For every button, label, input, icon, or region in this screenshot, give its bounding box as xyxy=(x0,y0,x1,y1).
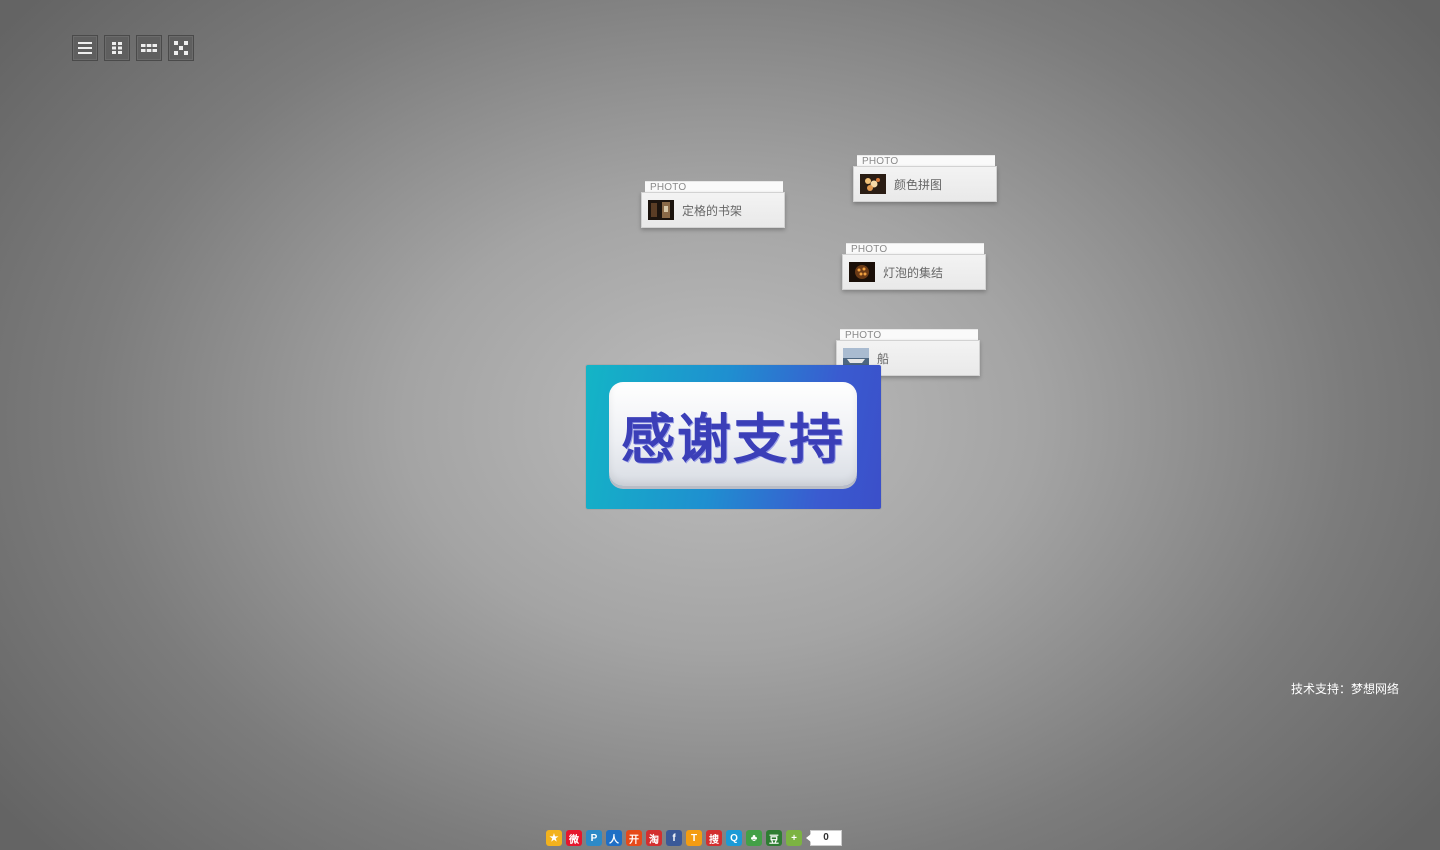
kaixin-share-icon[interactable]: 开 xyxy=(626,830,642,846)
scatter-view-icon xyxy=(174,41,188,55)
tqq-share-icon[interactable]: T xyxy=(686,830,702,846)
card-thumbnail xyxy=(849,262,875,282)
more-share-icon[interactable]: + xyxy=(786,830,802,846)
grid-small-view-button[interactable] xyxy=(104,35,130,61)
tech-support-label: 技术支持：梦想网络 xyxy=(1291,682,1400,696)
card-body[interactable]: 灯泡的集结 xyxy=(842,254,986,290)
facebook-share-icon[interactable]: f xyxy=(666,830,682,846)
renren-share-icon[interactable]: 人 xyxy=(606,830,622,846)
clover-share-icon[interactable]: ♣ xyxy=(746,830,762,846)
douban-share-icon[interactable]: 豆 xyxy=(766,830,782,846)
list-view-icon xyxy=(78,42,92,54)
card-title: 船 xyxy=(877,351,890,366)
card-body[interactable]: 定格的书架 xyxy=(641,192,785,228)
grid-wide-view-icon xyxy=(141,44,157,52)
thank-you-banner: 感谢支持 xyxy=(586,365,881,509)
card-title: 颜色拼图 xyxy=(894,177,943,192)
list-view-button[interactable] xyxy=(72,35,98,61)
pengyou-share-icon[interactable]: P xyxy=(586,830,602,846)
taobao-share-icon[interactable]: 淘 xyxy=(646,830,662,846)
qzone-share-icon[interactable]: ★ xyxy=(546,830,562,846)
sohu-share-icon[interactable]: 搜 xyxy=(706,830,722,846)
card-body[interactable]: 颜色拼图 xyxy=(853,166,997,202)
weibo-share-icon[interactable]: 微 xyxy=(566,830,582,846)
card-thumbnail xyxy=(648,200,674,220)
grid-wide-view-button[interactable] xyxy=(136,35,162,61)
card-thumbnail xyxy=(860,174,886,194)
share-bar: ★ 微 P 人开淘 f T 搜 Q ♣ 豆 +0 xyxy=(546,830,842,846)
qq-share-icon[interactable]: Q xyxy=(726,830,742,846)
share-count: 0 xyxy=(806,830,842,846)
banner-button-graphic: 感谢支持 xyxy=(609,382,857,486)
grid-small-view-icon xyxy=(112,42,122,54)
view-switcher xyxy=(72,35,194,61)
card-title: 定格的书架 xyxy=(682,203,743,218)
scatter-view-button[interactable] xyxy=(168,35,194,61)
card-title: 灯泡的集结 xyxy=(883,265,944,280)
banner-text: 感谢支持 xyxy=(621,407,845,471)
